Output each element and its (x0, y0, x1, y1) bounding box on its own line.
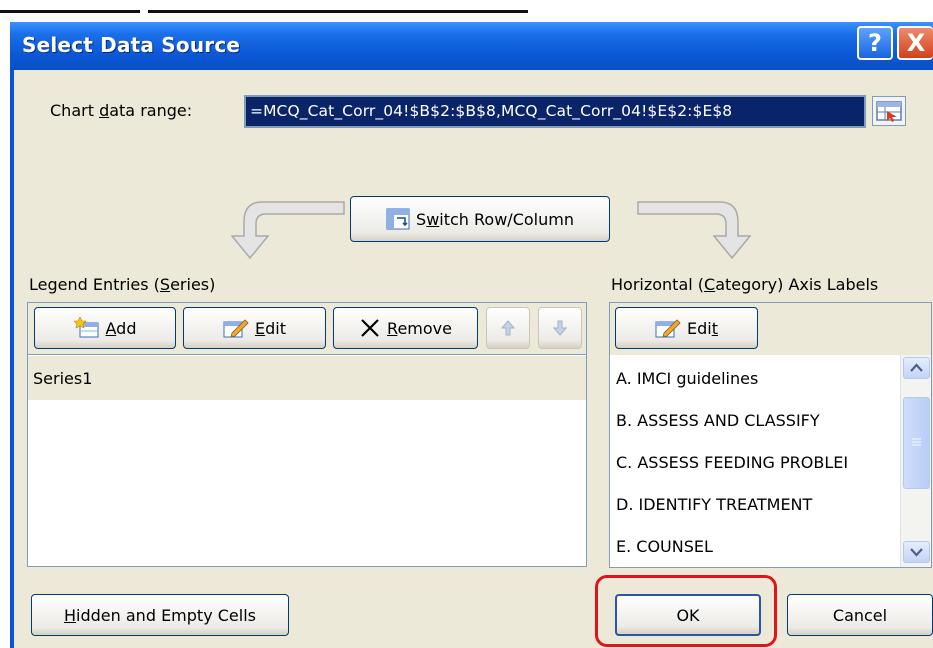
list-item[interactable]: D. IDENTIFY TREATMENT (616, 495, 812, 514)
hidden-empty-cells-label: Hidden and Empty Cells (64, 605, 256, 625)
edit-icon (655, 319, 681, 338)
curved-arrow-left-icon (222, 196, 350, 260)
range-collapse-icon (876, 101, 902, 122)
background-line (148, 10, 528, 13)
legend-entries-label: Legend Entries (Series) (29, 275, 216, 294)
cancel-button[interactable]: Cancel (787, 594, 933, 636)
edit-axis-label: Edit (687, 318, 718, 338)
remove-icon (361, 319, 379, 337)
list-item[interactable]: C. ASSESS FEEDING PROBLEI (616, 453, 902, 472)
switch-row-column-label: Switch Row/Column (416, 209, 574, 229)
axis-labels-label: Horizontal (Category) Axis Labels (611, 275, 879, 294)
remove-label: Remove (387, 318, 452, 338)
add-label: Add (105, 318, 137, 338)
scroll-up-button[interactable] (903, 357, 930, 379)
help-button[interactable]: ? (857, 26, 893, 60)
list-item[interactable]: Series1 (28, 356, 586, 400)
scrollbar-thumb[interactable] (903, 397, 930, 489)
arrow-down-icon (553, 320, 567, 336)
move-down-button[interactable] (538, 307, 582, 349)
add-icon (73, 317, 98, 338)
axis-labels-list[interactable]: A. IMCI guidelines B. ASSESS AND CLASSIF… (610, 355, 900, 567)
axis-list-scrollbar[interactable] (900, 355, 931, 567)
switch-row-column-icon (386, 208, 410, 230)
ok-highlight-annotation (595, 575, 777, 647)
chevron-up-icon (910, 363, 923, 372)
switch-row-column-button[interactable]: Switch Row/Column (350, 196, 610, 242)
background-line (0, 10, 140, 13)
list-item[interactable]: E. COUNSEL (616, 537, 713, 556)
edit-label: Edit (255, 318, 286, 338)
arrow-up-icon (501, 320, 515, 336)
series-label: Series1 (33, 369, 93, 388)
curved-arrow-right-icon (632, 196, 760, 260)
remove-series-button[interactable]: Remove (333, 307, 478, 349)
background-app-strip (0, 0, 933, 13)
edit-series-button[interactable]: Edit (183, 307, 326, 349)
move-up-button[interactable] (486, 307, 530, 349)
range-picker-button[interactable] (872, 96, 906, 126)
close-button[interactable]: X (897, 26, 933, 60)
close-icon: X (906, 29, 926, 57)
chart-data-range-label: Chart data range: (50, 101, 193, 120)
scroll-down-button[interactable] (903, 541, 930, 563)
add-series-button[interactable]: Add (34, 307, 176, 349)
edit-axis-labels-button[interactable]: Edit (615, 307, 758, 349)
grip-icon (912, 438, 921, 446)
hidden-empty-cells-button[interactable]: Hidden and Empty Cells (31, 594, 289, 636)
chart-data-range-input[interactable]: =MCQ_Cat_Corr_04!$B$2:$B$8,MCQ_Cat_Corr_… (244, 95, 866, 128)
chevron-down-icon (910, 548, 923, 557)
edit-icon (223, 319, 249, 338)
dialog-title: Select Data Source (22, 33, 241, 57)
list-item[interactable]: A. IMCI guidelines (616, 369, 758, 388)
list-item[interactable]: B. ASSESS AND CLASSIFY (616, 411, 820, 430)
